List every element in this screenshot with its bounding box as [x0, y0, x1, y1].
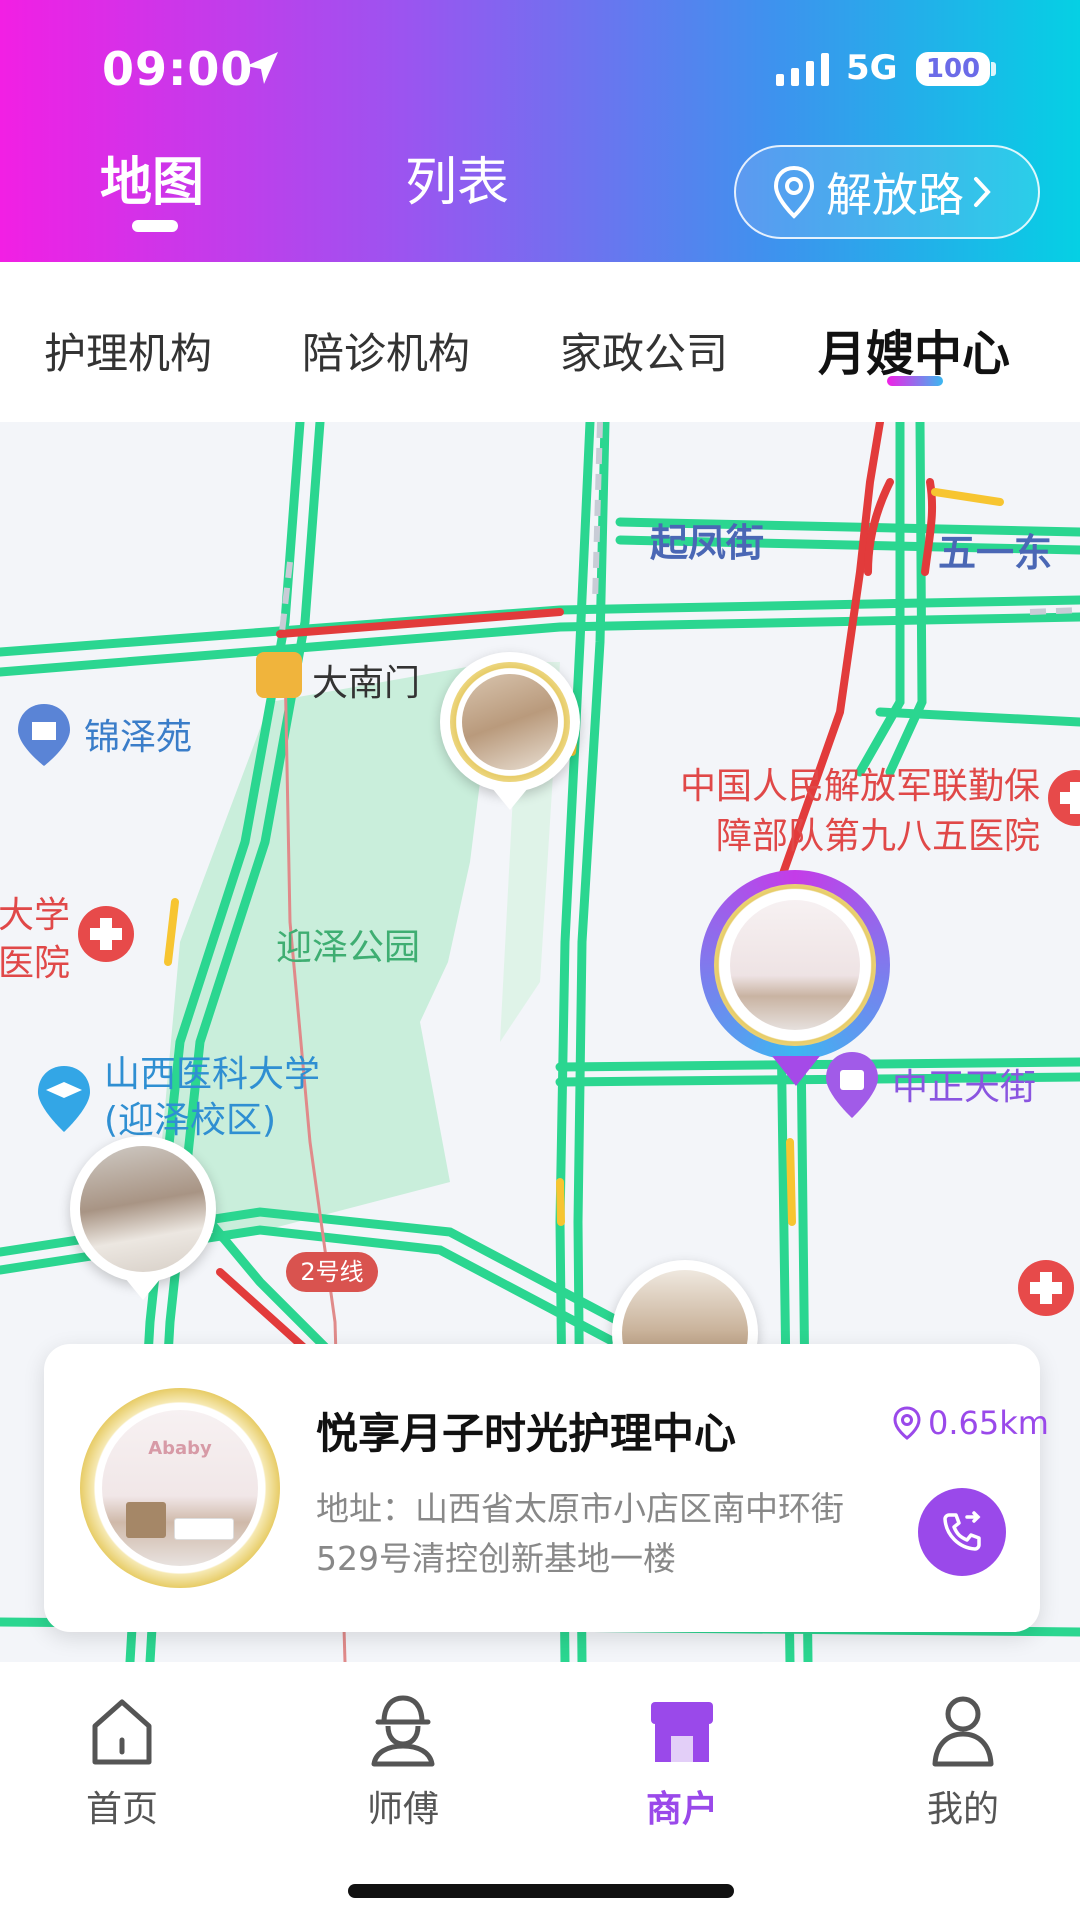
nav-worker[interactable]: 师傅 — [323, 1686, 483, 1832]
nav-home-label: 首页 — [85, 1789, 158, 1830]
nav-worker-label: 师傅 — [366, 1789, 439, 1830]
poi-hospital-line-1: 中国人民解放军联勤保 — [679, 766, 1040, 807]
nav-merchant[interactable]: 商户 — [602, 1686, 762, 1832]
home-indicator[interactable] — [348, 1884, 734, 1898]
hospital-icon-3 — [1018, 1260, 1074, 1316]
hospital-icon-2 — [78, 906, 134, 962]
poi-park: 迎泽公园 — [276, 927, 421, 968]
merchant-distance: 0.65km — [892, 1404, 1049, 1442]
location-pin-icon — [773, 165, 815, 219]
poi-univ-hospital-line-1: 大学 — [0, 895, 71, 936]
poi-damenmen: 大南门 — [312, 663, 421, 704]
location-label: 解放路 — [826, 168, 964, 222]
poi-university-hospital: 大学 医院 — [0, 892, 70, 988]
location-button[interactable]: 解放路 — [734, 145, 1040, 239]
battery-icon: 100 — [916, 52, 990, 86]
network-label: 5G — [846, 48, 898, 88]
merchant-card[interactable]: Ababy 悦享月子时光护理中心 0.65km 地址：山西省太原市小店区南中环街… — [44, 1344, 1049, 1632]
merchant-name: 悦享月子时光护理中心 — [316, 1409, 737, 1458]
nav-merchant-label: 商户 — [645, 1789, 718, 1830]
chevron-right-icon — [974, 177, 991, 207]
merchant-address: 地址：山西省太原市小店区南中环街529号清控创新基地一楼 — [316, 1489, 844, 1578]
tab-nursing[interactable]: 护理机构 — [44, 320, 212, 381]
nav-mine[interactable]: 我的 — [883, 1686, 1043, 1832]
nav-mine-label: 我的 — [926, 1789, 999, 1830]
tab-map[interactable]: 地图 — [100, 140, 204, 215]
user-icon — [932, 1696, 994, 1767]
call-button[interactable] — [918, 1488, 1006, 1576]
street-label-qifeng: 起凤街 — [650, 521, 765, 565]
street-label-wuyi: 五一东 — [938, 531, 1053, 575]
metro-line-badge: 2号线 — [286, 1252, 378, 1292]
view-tab-indicator — [132, 220, 178, 232]
hospital-icon — [1048, 770, 1080, 826]
nav-home[interactable]: 首页 — [42, 1686, 202, 1832]
poi-hospital-line-2: 障部队第九八五医院 — [715, 816, 1040, 857]
distance-pin-icon — [893, 1406, 921, 1440]
tab-housekeeping[interactable]: 家政公司 — [560, 320, 728, 381]
battery-tip — [991, 62, 996, 76]
merchant-pin-2[interactable] — [70, 1136, 216, 1312]
merchant-logo-text: Ababy — [148, 1438, 212, 1459]
home-icon — [92, 1699, 152, 1765]
tab-escort[interactable]: 陪诊机构 — [302, 320, 470, 381]
school-icon — [38, 1066, 90, 1132]
signal-icon — [776, 52, 829, 86]
merchant-thumbnail: Ababy — [80, 1388, 280, 1588]
poi-hospital-985: 中国人民解放军联勤保 障部队第九八五医院 — [640, 762, 1040, 862]
gate-icon — [256, 652, 302, 698]
store-icon — [651, 1702, 713, 1762]
status-time: 09:00 — [102, 42, 254, 96]
merchant-pin-1[interactable] — [440, 652, 580, 822]
header: 09:00 5G 100 地图 列表 解放路 — [0, 0, 1080, 262]
tab-list[interactable]: 列表 — [405, 140, 509, 215]
poi-univ-hospital-line-2: 医院 — [0, 943, 71, 984]
poi-jinzeyuan: 锦泽苑 — [84, 717, 193, 758]
phone-transfer-icon — [943, 1511, 981, 1551]
location-arrow-icon — [246, 52, 278, 84]
merchant-pin-selected[interactable] — [700, 870, 890, 1090]
worker-icon — [371, 1695, 435, 1767]
poi-university-line-1: 山西医科大学 — [104, 1054, 321, 1095]
poi-mall: 中正天街 — [892, 1067, 1037, 1108]
distance-value: 0.65km — [928, 1404, 1049, 1442]
category-indicator — [887, 376, 943, 386]
category-tabs: 护理机构 陪诊机构 家政公司 月嫂中心 — [0, 262, 1080, 422]
tab-maternity[interactable]: 月嫂中心 — [818, 314, 1010, 384]
residence-icon — [18, 704, 70, 766]
bottom-nav: 首页 师傅 商户 我的 — [0, 1662, 1080, 1920]
poi-university: 山西医科大学 (迎泽校区) — [104, 1052, 320, 1144]
